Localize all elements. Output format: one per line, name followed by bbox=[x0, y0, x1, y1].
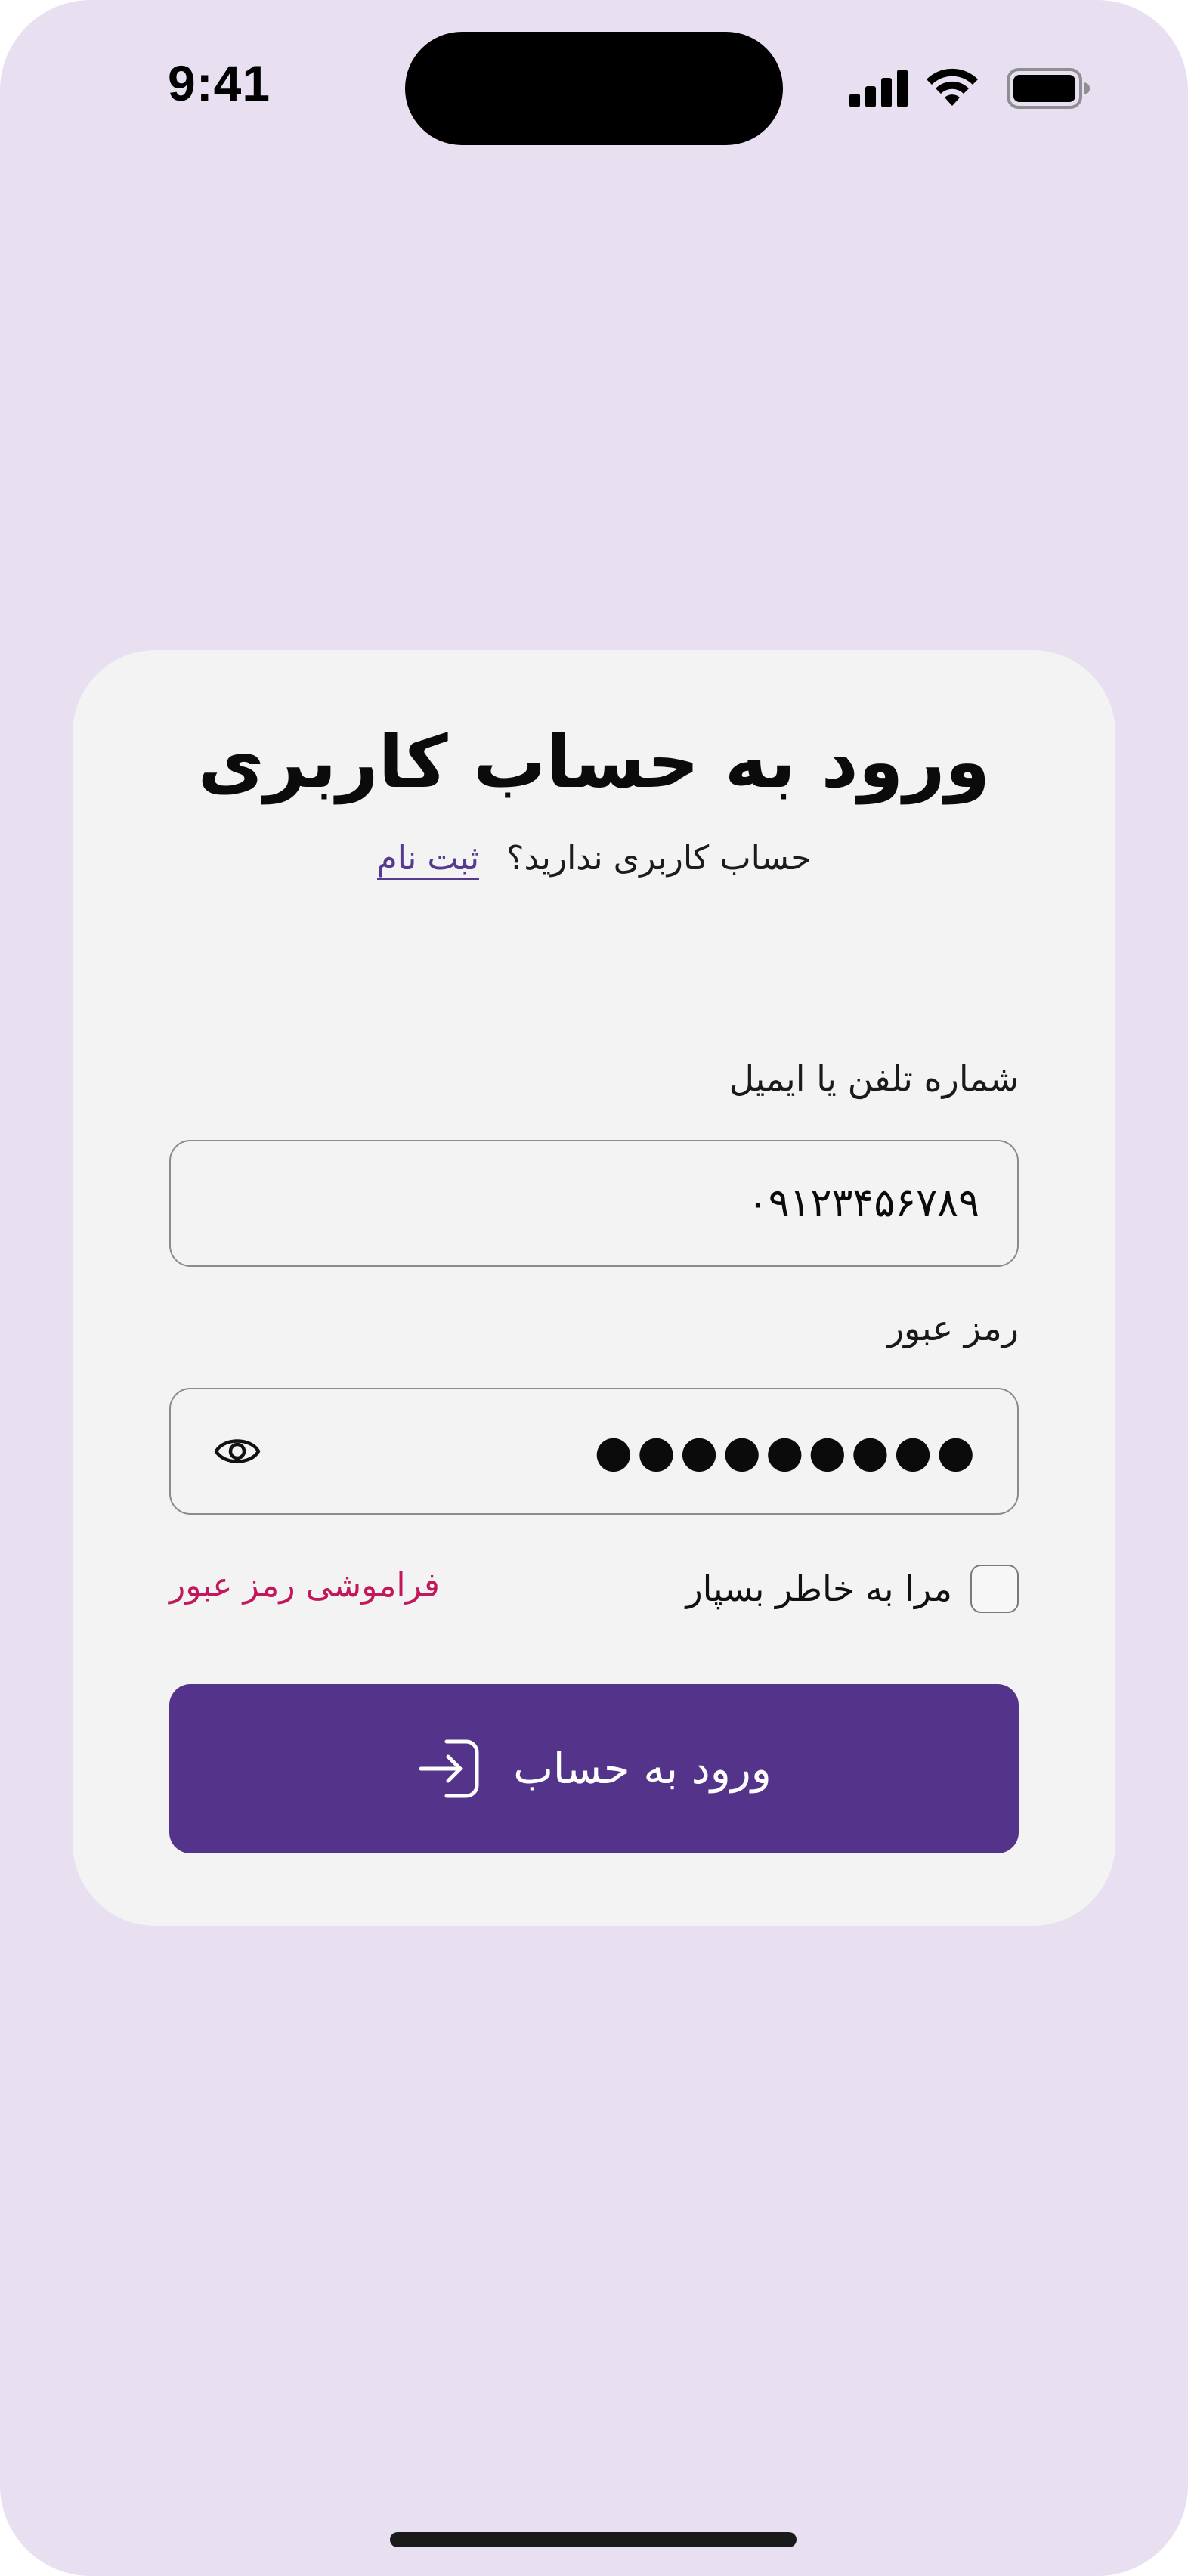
password-field[interactable]: ●●●●●●●●● bbox=[169, 1388, 1019, 1515]
remember-checkbox[interactable] bbox=[970, 1565, 1019, 1613]
dynamic-island bbox=[405, 32, 783, 145]
login-card: ورود به حساب کاربری حساب کاربری ندارید؟ … bbox=[73, 650, 1115, 1926]
status-time: 9:41 bbox=[168, 55, 271, 111]
login-icon bbox=[419, 1739, 479, 1798]
signup-prompt: حساب کاربری ندارید؟ ثبت نام bbox=[73, 839, 1115, 880]
phone-email-value: ۰۹۱۲۳۴۵۶۷۸۹ bbox=[747, 1181, 979, 1226]
remember-label: مرا به خاطر بسپار bbox=[685, 1568, 952, 1609]
remember-me[interactable]: مرا به خاطر بسپار bbox=[685, 1565, 1019, 1613]
status-icons bbox=[846, 65, 1096, 110]
forgot-password-link[interactable]: فراموشی رمز عبور bbox=[169, 1566, 440, 1605]
signal-icon bbox=[849, 70, 908, 107]
phone-email-field[interactable]: ۰۹۱۲۳۴۵۶۷۸۹ bbox=[169, 1140, 1019, 1267]
wifi-icon bbox=[927, 68, 978, 106]
no-account-text: حساب کاربری ندارید؟ bbox=[506, 839, 812, 878]
login-button[interactable]: ورود به حساب bbox=[169, 1684, 1019, 1853]
phone-email-label: شماره تلفن یا ایمیل bbox=[729, 1058, 1019, 1099]
eye-icon[interactable] bbox=[213, 1427, 261, 1475]
home-indicator[interactable] bbox=[390, 2532, 797, 2547]
battery-icon bbox=[1007, 68, 1090, 109]
signup-link[interactable]: ثبت نام bbox=[376, 839, 480, 880]
password-value: ●●●●●●●●● bbox=[594, 1426, 979, 1477]
page-title: ورود به حساب کاربری bbox=[197, 720, 991, 804]
login-button-label: ورود به حساب bbox=[513, 1744, 772, 1794]
password-label: رمز عبور bbox=[886, 1308, 1019, 1348]
phone-screen: 9:41 ورود به حساب کاربری حساب کاربری ندا… bbox=[0, 0, 1188, 2576]
